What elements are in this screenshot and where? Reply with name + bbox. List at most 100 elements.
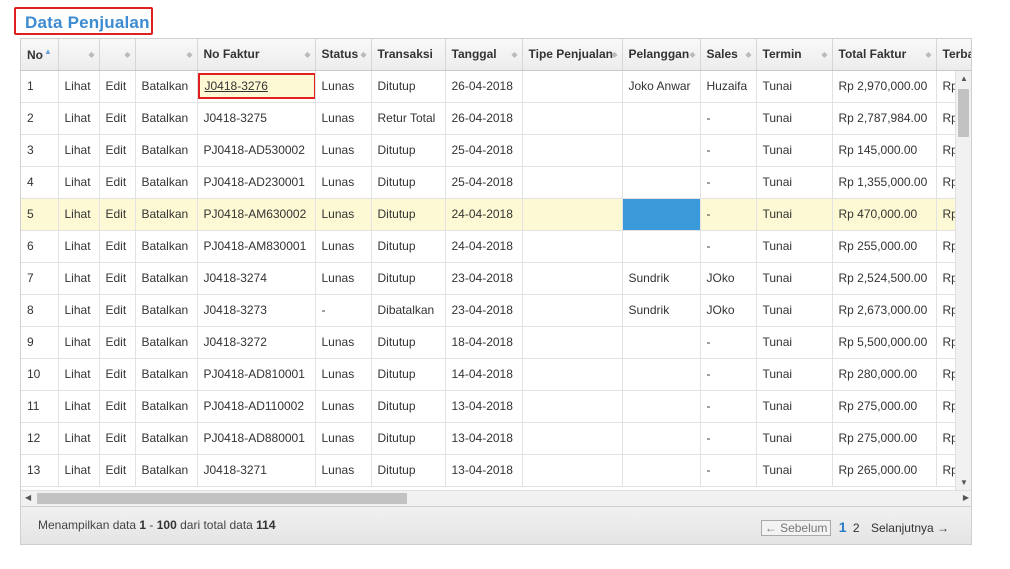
view-link[interactable]: Lihat — [58, 326, 100, 359]
view-link[interactable]: Lihat — [58, 230, 100, 263]
invoice-link[interactable]: J0418-3271 — [197, 454, 316, 487]
status-link[interactable]: Lunas — [315, 422, 372, 455]
status-link[interactable]: Lunas — [315, 326, 372, 359]
cancel-link[interactable]: Batalkan — [135, 70, 198, 103]
status-link[interactable]: Lunas — [315, 262, 372, 295]
scroll-left-icon[interactable]: ◀ — [25, 493, 31, 502]
table-row[interactable]: 10 Lihat Edit Batalkan PJ0418-AD810001 L… — [21, 358, 971, 391]
invoice-link[interactable]: PJ0418-AD230001 — [197, 166, 316, 199]
cancel-link[interactable]: Batalkan — [135, 134, 198, 167]
column-header-lihat[interactable]: ◆ — [58, 39, 100, 71]
invoice-link[interactable]: J0418-3274 — [197, 262, 316, 295]
cancel-link[interactable]: Batalkan — [135, 390, 198, 423]
horizontal-scroll-thumb[interactable] — [37, 493, 407, 504]
status-link[interactable]: Lunas — [315, 454, 372, 487]
horizontal-scrollbar[interactable]: ◀ ▶ — [21, 490, 971, 506]
cancel-link[interactable]: Batalkan — [135, 358, 198, 391]
column-header-sales[interactable]: Sales ◆ — [700, 39, 757, 71]
view-link[interactable]: Lihat — [58, 262, 100, 295]
column-header-batalkan[interactable]: ◆ — [135, 39, 198, 71]
vertical-scroll-thumb[interactable] — [958, 89, 969, 137]
status-link[interactable]: Lunas — [315, 230, 372, 263]
invoice-link[interactable]: PJ0418-AM830001 — [197, 230, 316, 263]
table-row[interactable]: 13 Lihat Edit Batalkan J0418-3271 Lunas … — [21, 454, 971, 487]
table-row[interactable]: 7 Lihat Edit Batalkan J0418-3274 Lunas D… — [21, 262, 971, 295]
invoice-link[interactable]: J0418-3273 — [197, 294, 316, 327]
invoice-link[interactable]: J0418-3276 — [197, 73, 314, 99]
column-header-edit[interactable]: ◆ — [99, 39, 136, 71]
status-link[interactable]: Lunas — [315, 70, 372, 103]
cancel-link[interactable]: Batalkan — [135, 198, 198, 231]
edit-link[interactable]: Edit — [99, 422, 136, 455]
column-header-pelanggan[interactable]: Pelanggan ◆ — [622, 39, 701, 71]
page-2-link[interactable]: 2 — [853, 521, 860, 535]
edit-link[interactable]: Edit — [99, 390, 136, 423]
view-link[interactable]: Lihat — [58, 166, 100, 199]
view-link[interactable]: Lihat — [58, 358, 100, 391]
table-row[interactable]: 1 Lihat Edit Batalkan J0418-3276 Lunas D… — [21, 70, 971, 103]
table-row[interactable]: 9 Lihat Edit Batalkan J0418-3272 Lunas D… — [21, 326, 971, 359]
invoice-link[interactable]: PJ0418-AD110002 — [197, 390, 316, 423]
column-header-terbayar[interactable]: Terbayar — [936, 39, 971, 71]
invoice-link[interactable]: PJ0418-AD810001 — [197, 358, 316, 391]
table-row[interactable]: 8 Lihat Edit Batalkan J0418-3273 - Dibat… — [21, 294, 971, 327]
edit-link[interactable]: Edit — [99, 358, 136, 391]
table-row[interactable]: 12 Lihat Edit Batalkan PJ0418-AD880001 L… — [21, 422, 971, 455]
table-row[interactable]: 3 Lihat Edit Batalkan PJ0418-AD530002 Lu… — [21, 134, 971, 167]
table-row-selected[interactable]: 5 Lihat Edit Batalkan PJ0418-AM630002 Lu… — [21, 198, 971, 231]
table-row[interactable]: 11 Lihat Edit Batalkan PJ0418-AD110002 L… — [21, 390, 971, 423]
edit-link[interactable]: Edit — [99, 326, 136, 359]
cell-no-faktur[interactable]: J0418-3276 — [197, 70, 316, 103]
status-link[interactable]: Lunas — [315, 390, 372, 423]
invoice-link[interactable]: PJ0418-AD530002 — [197, 134, 316, 167]
status-link[interactable]: Lunas — [315, 358, 372, 391]
vertical-scrollbar[interactable]: ▲ ▼ — [955, 71, 971, 490]
table-row[interactable]: 4 Lihat Edit Batalkan PJ0418-AD230001 Lu… — [21, 166, 971, 199]
view-link[interactable]: Lihat — [58, 390, 100, 423]
column-header-status[interactable]: Status ◆ — [315, 39, 372, 71]
cancel-link[interactable]: Batalkan — [135, 166, 198, 199]
edit-link[interactable]: Edit — [99, 454, 136, 487]
cancel-link[interactable]: Batalkan — [135, 422, 198, 455]
column-header-total-faktur[interactable]: Total Faktur ◆ — [832, 39, 937, 71]
status-link[interactable]: Lunas — [315, 198, 372, 231]
cancel-link[interactable]: Batalkan — [135, 262, 198, 295]
edit-link[interactable]: Edit — [99, 262, 136, 295]
status-link[interactable]: Lunas — [315, 166, 372, 199]
column-header-termin[interactable]: Termin ◆ — [756, 39, 833, 71]
column-header-no[interactable]: No▲ — [21, 39, 59, 71]
prev-page-button[interactable]: ← Sebelum — [760, 520, 832, 536]
invoice-link[interactable]: J0418-3272 — [197, 326, 316, 359]
invoice-link[interactable]: J0418-3275 — [197, 102, 316, 135]
view-link[interactable]: Lihat — [58, 70, 100, 103]
view-link[interactable]: Lihat — [58, 102, 100, 135]
column-header-tipe-penjualan[interactable]: Tipe Penjualan ◆ — [522, 39, 623, 71]
invoice-link[interactable]: PJ0418-AD880001 — [197, 422, 316, 455]
edit-link[interactable]: Edit — [99, 230, 136, 263]
status-link[interactable]: Lunas — [315, 134, 372, 167]
edit-link[interactable]: Edit — [99, 166, 136, 199]
column-header-no-faktur[interactable]: No Faktur ◆ — [197, 39, 316, 71]
next-page-link[interactable]: Selanjutnya → — [871, 521, 949, 535]
status-link[interactable]: Lunas — [315, 102, 372, 135]
edit-link[interactable]: Edit — [99, 70, 136, 103]
cell-pelanggan-selected[interactable] — [622, 198, 701, 231]
column-header-transaksi[interactable]: Transaksi — [371, 39, 446, 71]
view-link[interactable]: Lihat — [58, 294, 100, 327]
table-row[interactable]: 6 Lihat Edit Batalkan PJ0418-AM830001 Lu… — [21, 230, 971, 263]
view-link[interactable]: Lihat — [58, 134, 100, 167]
view-link[interactable]: Lihat — [58, 198, 100, 231]
table-row[interactable]: 2 Lihat Edit Batalkan J0418-3275 Lunas R… — [21, 102, 971, 135]
cancel-link[interactable]: Batalkan — [135, 454, 198, 487]
scroll-right-icon[interactable]: ▶ — [963, 493, 969, 502]
scroll-down-icon[interactable]: ▼ — [960, 478, 968, 487]
view-link[interactable]: Lihat — [58, 422, 100, 455]
cancel-link[interactable]: Batalkan — [135, 326, 198, 359]
invoice-link[interactable]: PJ0418-AM630002 — [197, 198, 316, 231]
edit-link[interactable]: Edit — [99, 134, 136, 167]
column-header-tanggal[interactable]: Tanggal ◆ — [445, 39, 523, 71]
cancel-link[interactable]: Batalkan — [135, 230, 198, 263]
edit-link[interactable]: Edit — [99, 198, 136, 231]
scroll-up-icon[interactable]: ▲ — [960, 74, 968, 83]
view-link[interactable]: Lihat — [58, 454, 100, 487]
